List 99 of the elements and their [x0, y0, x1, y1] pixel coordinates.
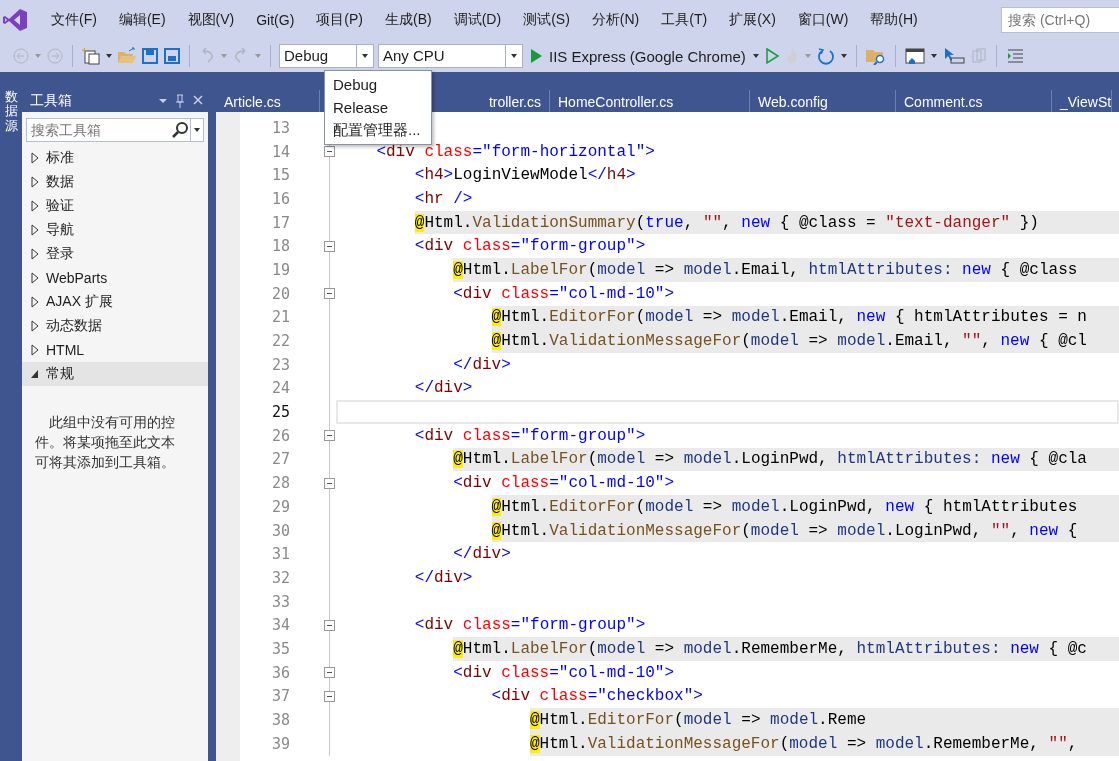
- line-number: 21: [270, 308, 290, 327]
- save-icon[interactable]: [141, 47, 159, 65]
- code-line: </div>: [453, 355, 511, 374]
- collapse-icon[interactable]: [323, 667, 335, 679]
- collapse-icon[interactable]: [323, 240, 335, 252]
- collapse-icon[interactable]: [323, 430, 335, 442]
- line-number: 13: [270, 118, 290, 137]
- toolbox-group[interactable]: HTML: [22, 338, 208, 362]
- search-icon[interactable]: [170, 121, 190, 139]
- search-field[interactable]: 搜索 (Ctrl+Q): [1001, 7, 1119, 33]
- menu-item[interactable]: 生成(B): [374, 11, 443, 29]
- line-number: 37: [270, 687, 290, 706]
- collapse-icon[interactable]: [323, 477, 335, 489]
- run-button[interactable]: IIS Express (Google Chrome): [527, 47, 748, 65]
- collapsed-triangle-icon[interactable]: [30, 245, 40, 263]
- line-number: 38: [270, 711, 290, 730]
- menu-item[interactable]: 扩展(X): [718, 11, 787, 29]
- collapse-icon[interactable]: [323, 619, 335, 631]
- menu-option[interactable]: 配置管理器...: [325, 119, 431, 142]
- toolbox-group[interactable]: 动态数据: [22, 314, 208, 338]
- menu-item[interactable]: 分析(N): [580, 11, 651, 29]
- collapsed-triangle-icon[interactable]: [30, 173, 40, 191]
- line-number: 33: [270, 592, 290, 611]
- toolbox-group[interactable]: 登录: [22, 242, 208, 266]
- collapsed-triangle-icon[interactable]: [30, 149, 40, 167]
- collapse-icon[interactable]: [323, 690, 335, 702]
- line-number: 29: [270, 497, 290, 516]
- line-number: 25: [270, 403, 290, 422]
- collapsed-triangle-icon[interactable]: [30, 293, 40, 311]
- code-line: <div class="form-group">: [414, 616, 646, 635]
- line-number: 35: [270, 639, 290, 658]
- search-field[interactable]: 搜索工具箱: [26, 118, 170, 142]
- play-icon: [529, 48, 543, 64]
- line-number: 24: [270, 379, 290, 398]
- line-number: 30: [270, 521, 290, 540]
- line-number: 18: [270, 237, 290, 256]
- toolbox-group[interactable]: 常规: [22, 362, 208, 386]
- line-number: 32: [270, 568, 290, 587]
- line-number: 36: [270, 663, 290, 682]
- menu-item[interactable]: 测试(S): [512, 11, 581, 29]
- menu-item[interactable]: 工具(T): [650, 11, 719, 29]
- toolbox-group[interactable]: WebParts: [22, 266, 208, 290]
- toolbox-group[interactable]: 导航: [22, 218, 208, 242]
- collapsed-triangle-icon[interactable]: [30, 269, 40, 287]
- pin-icon[interactable]: [174, 92, 186, 110]
- line-number: 39: [270, 734, 290, 753]
- line-number: 26: [270, 426, 290, 445]
- menu-item[interactable]: 文件(F): [40, 11, 108, 29]
- line-number: 22: [270, 332, 290, 351]
- config-combo[interactable]: Debug: [279, 44, 374, 68]
- line-number: 31: [270, 545, 290, 564]
- menu-item[interactable]: 帮助(H): [859, 11, 929, 29]
- toolbox-group[interactable]: 标准: [22, 146, 208, 170]
- collapsed-triangle-icon[interactable]: [30, 221, 40, 239]
- toolbox-group[interactable]: AJAX 扩展: [22, 290, 208, 314]
- code-line: </div>: [414, 568, 473, 587]
- collapse-icon[interactable]: [323, 288, 335, 300]
- line-number: 15: [270, 166, 290, 185]
- menu-item[interactable]: 编辑(E): [107, 11, 177, 29]
- line-number: 28: [270, 474, 290, 493]
- menu-item[interactable]: Git(G): [245, 12, 306, 28]
- save-all-icon[interactable]: [163, 47, 181, 65]
- code-line: <div class="checkbox">: [491, 687, 703, 706]
- folder-search-icon[interactable]: [864, 47, 887, 65]
- app-logo[interactable]: [2, 7, 28, 33]
- code-line: <div class="col-md-10">: [453, 663, 675, 682]
- code-line: <hr />: [414, 189, 473, 208]
- code-line: </div>: [414, 379, 473, 398]
- line-number: 27: [270, 450, 290, 469]
- collapsed-triangle-icon[interactable]: [30, 317, 40, 335]
- line-number: 19: [270, 260, 290, 279]
- menu-item[interactable]: 视图(V): [176, 11, 246, 29]
- panel-title: 工具箱: [30, 92, 73, 110]
- line-number: 17: [270, 213, 290, 232]
- toolbox-group[interactable]: 数据: [22, 170, 208, 194]
- code-line: <h4>LoginViewModel</h4>: [414, 166, 636, 185]
- empty-group-note: 此组中没有可用的控件。将某项拖至此文本可将其添加到工具箱。: [33, 413, 176, 472]
- code-line: <div class="form-group">: [414, 426, 646, 445]
- code-line: <div class="form-group">: [414, 237, 646, 256]
- browser-window-icon[interactable]: [903, 47, 926, 65]
- collapsed-triangle-icon[interactable]: [30, 341, 40, 359]
- menu-item[interactable]: 项目(P): [305, 11, 374, 29]
- collapse-icon[interactable]: [323, 146, 335, 158]
- menu-item[interactable]: 调试(D): [442, 11, 513, 29]
- line-number: 23: [270, 355, 290, 374]
- code-line: </div>: [453, 545, 511, 564]
- collapsed-triangle-icon[interactable]: [30, 197, 40, 215]
- menu-item[interactable]: 窗口(W): [786, 11, 860, 29]
- line-number: 14: [270, 142, 290, 161]
- code-line: <div class="form-horizontal">: [376, 142, 655, 161]
- toolbox-group[interactable]: 验证: [22, 194, 208, 218]
- line-number: 16: [270, 189, 290, 208]
- code-line: <div class="col-md-10">: [453, 474, 675, 493]
- new-project-icon[interactable]: [81, 47, 101, 65]
- side-tab[interactable]: 数据源: [0, 90, 22, 761]
- line-number: 20: [270, 284, 290, 303]
- line-number: 34: [270, 616, 290, 635]
- platform-combo[interactable]: Any CPU: [378, 44, 523, 68]
- code-line: <div class="col-md-10">: [453, 284, 675, 303]
